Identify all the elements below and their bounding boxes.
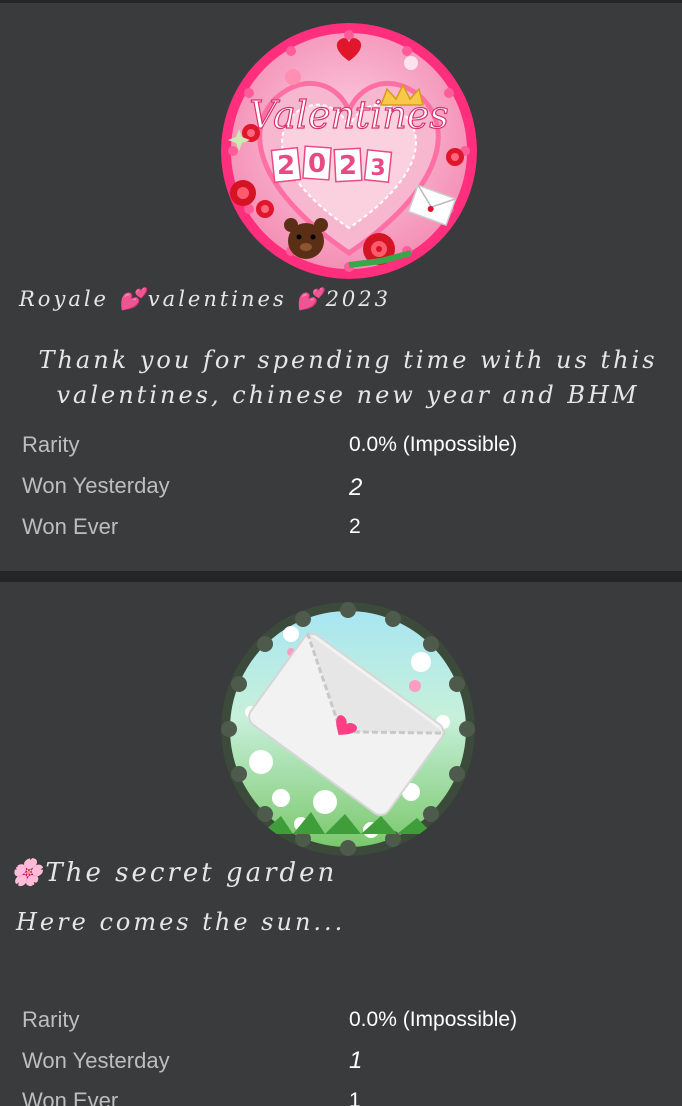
card-divider — [0, 571, 682, 582]
badge-title: Royale 💕valentines 💕2023 — [19, 287, 392, 311]
won-ever-value: 2 — [349, 515, 361, 538]
rarity-value: 0.0% (Impossible) — [349, 1008, 518, 1031]
badge-digit-1: 2 — [277, 151, 295, 181]
badge-digit-3: 2 — [339, 151, 357, 181]
won-ever-value: 1 — [349, 1089, 361, 1106]
won-yesterday-label: Won Yesterday — [22, 1048, 170, 1073]
badge-card-valentines: Valentines 2 0 2 3 Royale 💕valentines 💕2… — [0, 0, 682, 571]
badge-card-secret-garden: 🌸The secret garden Here comes the sun...… — [0, 582, 682, 1106]
won-yesterday-value: 1 — [349, 1047, 363, 1074]
secret-garden-envelope-badge-icon[interactable] — [221, 602, 475, 856]
won-ever-label: Won Ever — [22, 514, 119, 539]
badge-digit-4: 3 — [370, 156, 385, 181]
won-yesterday-label: Won Yesterday — [22, 473, 170, 498]
rarity-label: Rarity — [22, 432, 80, 457]
won-ever-label: Won Ever — [22, 1088, 119, 1106]
rarity-label: Rarity — [22, 1007, 80, 1032]
badge-title: 🌸The secret garden — [10, 858, 338, 888]
badge-script-text: Valentines — [249, 93, 449, 137]
rarity-value: 0.0% (Impossible) — [349, 433, 518, 456]
badge-digit-2: 0 — [308, 149, 326, 179]
won-yesterday-value: 2 — [349, 474, 363, 501]
badge-description: Thank you for spending time with us this… — [38, 346, 658, 409]
valentines-2023-badge-icon[interactable]: Valentines 2 0 2 3 — [221, 23, 477, 279]
badge-description: Here comes the sun... — [16, 908, 346, 936]
